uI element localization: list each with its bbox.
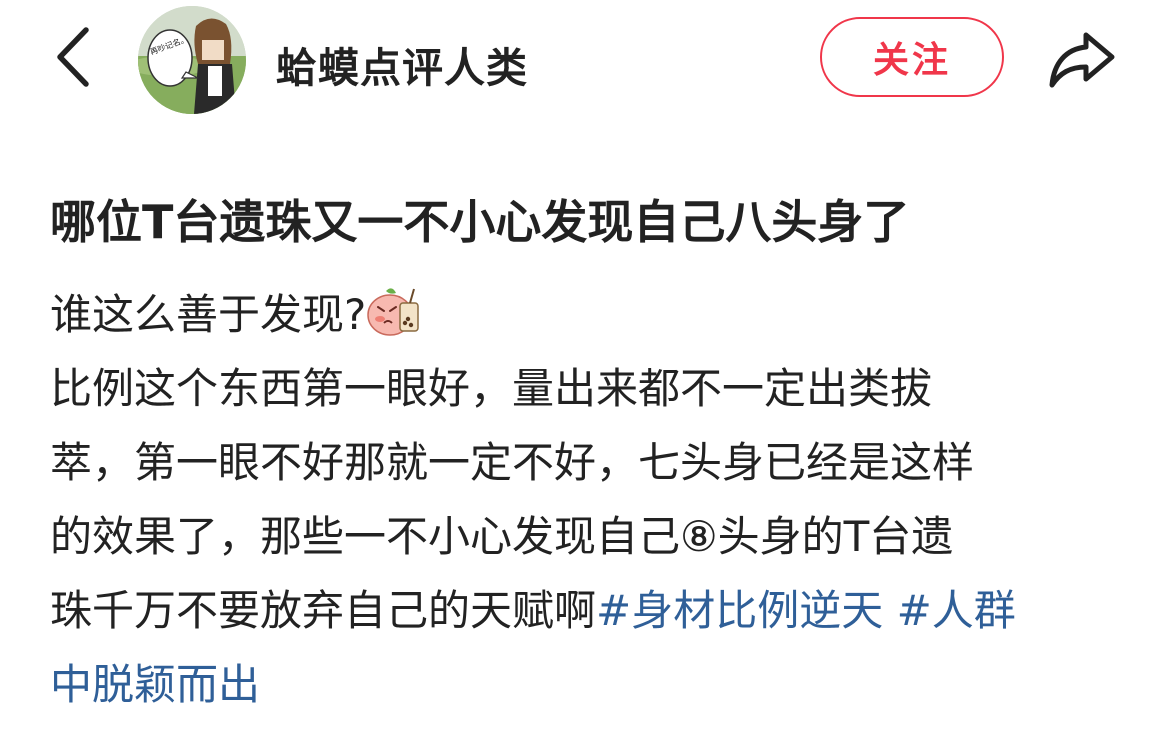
- share-button[interactable]: [1046, 25, 1118, 91]
- avatar[interactable]: 再吵记名。: [138, 6, 246, 114]
- post-body: 谁这么善于发现? 比例这个东西第一眼好，量出来都不一定出类拔 萃，第一眼不好那就…: [50, 278, 1130, 722]
- post-line-5: 珠千万不要放弃自己的天赋啊#身材比例逆天 #人群: [50, 574, 1130, 648]
- hashtag-body-ratio[interactable]: #身材比例逆天: [596, 586, 883, 635]
- hashtag-stand-out-end[interactable]: 中脱颖而出: [50, 660, 260, 709]
- top-bar: 再吵记名。 蛤蟆点评人类 关注: [0, 0, 1170, 118]
- author-name[interactable]: 蛤蟆点评人类: [276, 34, 528, 94]
- bubble-tea-emoji-icon: [366, 283, 426, 339]
- share-arrow-icon: [1049, 32, 1115, 88]
- post-text: 珠千万不要放弃自己的天赋啊: [50, 586, 597, 635]
- post-line-3: 萃，第一眼不好那就一定不好，七头身已经是这样: [50, 438, 975, 487]
- post-line-2: 比例这个东西第一眼好，量出来都不一定出类拔: [50, 364, 933, 413]
- follow-button[interactable]: 关注: [820, 17, 1004, 97]
- avatar-image: 再吵记名。: [138, 6, 246, 114]
- post-title: 哪位T台遗珠又一不小心发现自己八头身了: [50, 195, 910, 249]
- post-line-4: 的效果了，那些一不小心发现自己⑧头身的T台遗: [50, 512, 954, 561]
- back-button[interactable]: [46, 22, 106, 92]
- post-text: 谁这么善于发现?: [50, 290, 367, 339]
- hashtag-stand-out-start[interactable]: #人群: [897, 586, 1016, 635]
- chevron-left-icon: [57, 27, 89, 87]
- post-line-1: 谁这么善于发现?: [50, 278, 1130, 352]
- post-line-6: 中脱颖而出: [50, 648, 1130, 722]
